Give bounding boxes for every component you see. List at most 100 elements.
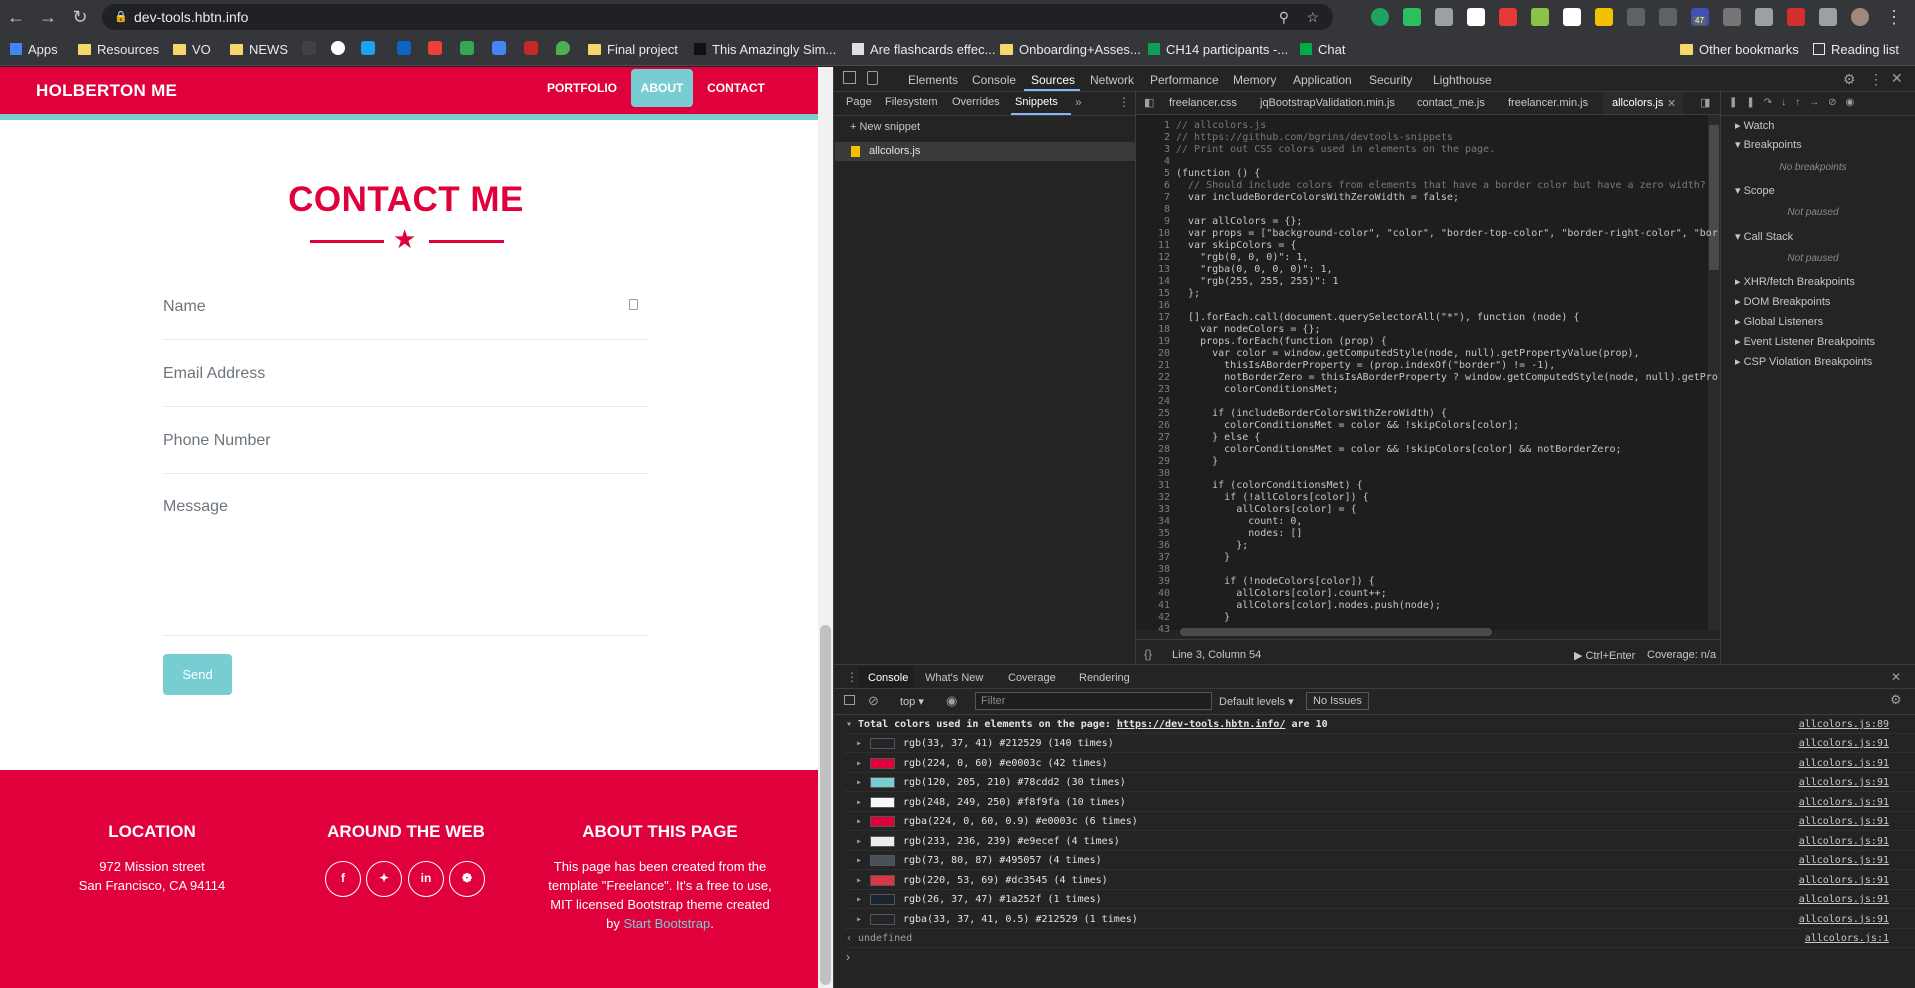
console-row[interactable]: ▸ rgb(248, 249, 250) #f8f9fa (10 times) al…	[844, 793, 1915, 812]
event-listener-breakpoints-section[interactable]: ▸ Event Listener Breakpoints	[1735, 335, 1875, 348]
line-number[interactable]: 2	[1146, 132, 1170, 144]
editor-scrollbar-thumb[interactable]	[1709, 125, 1719, 270]
star-icon[interactable]: ☆	[1306, 4, 1319, 30]
console-filter-input[interactable]: Filter	[975, 692, 1212, 710]
console-row[interactable]: ▸ rgb(26, 37, 47) #1a252f (1 times) allcol…	[844, 890, 1915, 909]
puzzle-extensions-icon[interactable]	[1819, 8, 1837, 26]
nav-tab-snippets[interactable]: Snippets	[1015, 96, 1058, 108]
line-number[interactable]: 8	[1146, 204, 1170, 216]
line-number[interactable]: 5	[1146, 168, 1170, 180]
code-line[interactable]: // Print out CSS colors used in elements…	[1176, 144, 1495, 156]
drawer-tab-whats-new[interactable]: What's New	[925, 672, 983, 684]
code-line[interactable]: notBorderZero = thisIsABorderProperty ? …	[1176, 372, 1718, 384]
tab-security[interactable]: Security	[1369, 73, 1412, 87]
source-link[interactable]: allcolors.js:91	[1799, 871, 1889, 890]
code-line[interactable]: var props = ["background-color", "color"…	[1176, 228, 1718, 240]
nav-about[interactable]: ABOUT	[631, 69, 693, 107]
breakpoints-section[interactable]: ▾ Breakpoints	[1735, 138, 1802, 151]
code-line[interactable]: }	[1176, 612, 1230, 624]
line-number[interactable]: 7	[1146, 192, 1170, 204]
source-link[interactable]: allcolors.js:91	[1799, 851, 1889, 870]
line-number[interactable]: 41	[1146, 600, 1170, 612]
line-number[interactable]: 25	[1146, 408, 1170, 420]
more-tabs-icon[interactable]: »	[1075, 95, 1082, 109]
c-extension-icon[interactable]	[1723, 8, 1741, 26]
line-number[interactable]: 39	[1146, 576, 1170, 588]
line-number[interactable]: 10	[1146, 228, 1170, 240]
code-line[interactable]: "rgba(0, 0, 0, 0)": 1,	[1176, 264, 1332, 276]
bookmark-resources[interactable]: Resources	[78, 40, 159, 60]
code-line[interactable]: count: 0,	[1176, 516, 1302, 528]
code-line[interactable]: "rgb(0, 0, 0)": 1,	[1176, 252, 1308, 264]
code-line[interactable]: if (colorConditionsMet) {	[1176, 480, 1363, 492]
line-number[interactable]: 26	[1146, 420, 1170, 432]
line-number[interactable]: 22	[1146, 372, 1170, 384]
device-toolbar-icon[interactable]	[867, 71, 878, 85]
bookmark-other[interactable]: Other bookmarks	[1680, 40, 1799, 60]
clear-console-icon[interactable]: ⊘	[868, 693, 879, 709]
line-number[interactable]: 23	[1146, 384, 1170, 396]
code-line[interactable]: } else {	[1176, 432, 1260, 444]
site-brand[interactable]: HOLBERTON ME	[36, 81, 177, 101]
file-tab-contact-me[interactable]: contact_me.js	[1417, 97, 1485, 109]
code-line[interactable]: }	[1176, 456, 1218, 468]
console-row[interactable]: ▸ rgb(220, 53, 69) #dc3545 (4 times) allco…	[844, 871, 1915, 890]
console-row[interactable]: ▸ rgb(224, 0, 60) #e0003c (42 times) allco…	[844, 754, 1915, 773]
line-number[interactable]: 12	[1146, 252, 1170, 264]
line-number[interactable]: 28	[1146, 444, 1170, 456]
run-snippet-button[interactable]: ▶ Ctrl+Enter	[1574, 649, 1635, 662]
send-button[interactable]: Send	[163, 654, 232, 695]
snippet-file-row[interactable]: allcolors.js	[835, 142, 1135, 161]
code-line[interactable]: // https://github.com/bgrins/devtools-sn…	[1176, 132, 1453, 144]
line-number[interactable]: 13	[1146, 264, 1170, 276]
r-extension-icon[interactable]	[1563, 8, 1581, 26]
line-number[interactable]: 15	[1146, 288, 1170, 300]
source-link[interactable]: allcolors.js:1	[1805, 929, 1889, 948]
nav-tab-page[interactable]: Page	[846, 96, 872, 108]
code-line[interactable]: nodes: []	[1176, 528, 1302, 540]
linkedin-icon[interactable]: in	[408, 861, 444, 897]
forward-icon[interactable]: →	[38, 7, 58, 27]
file-tab-allcolors[interactable]: allcolors.js	[1612, 97, 1663, 109]
expand-triangle-icon[interactable]: ▸	[856, 871, 862, 890]
console-row[interactable]: ▸ rgb(120, 205, 210) #78cdd2 (30 times) al…	[844, 773, 1915, 792]
close-tab-icon[interactable]: ✕	[1667, 97, 1676, 110]
file-tab-jqbootstrap[interactable]: jqBootstrapValidation.min.js	[1260, 97, 1395, 109]
line-number[interactable]: 21	[1146, 360, 1170, 372]
toggle-navigator-icon[interactable]: ◧	[1144, 96, 1154, 109]
new-snippet-button[interactable]: + New snippet	[850, 121, 920, 133]
expand-triangle-icon[interactable]: ▸	[856, 754, 862, 773]
github-icon[interactable]	[331, 41, 345, 55]
code-line[interactable]: var nodeColors = {};	[1176, 324, 1320, 336]
nav-contact[interactable]: CONTACT	[702, 69, 770, 107]
code-line[interactable]: "rgb(255, 255, 255)": 1	[1176, 276, 1338, 288]
bookmark-chat[interactable]: Chat	[1300, 40, 1345, 60]
expand-triangle-icon[interactable]: ▸	[856, 773, 862, 792]
code-line[interactable]: if (!nodeColors[color]) {	[1176, 576, 1375, 588]
browser-menu-icon[interactable]: ⋮	[1884, 7, 1904, 27]
drawer-tab-console[interactable]: Console	[868, 672, 908, 684]
expand-triangle-icon[interactable]: ▸	[856, 734, 862, 753]
bookmark-flashcards[interactable]: Are flashcards effec...	[852, 40, 996, 60]
name-field[interactable]: Name	[163, 298, 206, 316]
tab-application[interactable]: Application	[1293, 73, 1352, 87]
tab-memory[interactable]: Memory	[1233, 73, 1276, 87]
gmail-icon[interactable]	[428, 41, 442, 55]
toggle-debugger-icon[interactable]: ◨	[1700, 96, 1710, 109]
drawer-tab-coverage[interactable]: Coverage	[1008, 672, 1056, 684]
stats-extension-icon[interactable]	[1595, 8, 1613, 26]
tab-performance[interactable]: Performance	[1150, 73, 1219, 87]
bookmark-ch14[interactable]: CH14 participants -...	[1148, 40, 1288, 60]
line-number[interactable]: 29	[1146, 456, 1170, 468]
code-line[interactable]: colorConditionsMet = color && !skipColor…	[1176, 420, 1519, 432]
console-row[interactable]: ▸ rgba(224, 0, 60, 0.9) #e0003c (6 times)…	[844, 812, 1915, 831]
code-line[interactable]: [].forEach.call(document.querySelectorAl…	[1176, 312, 1579, 324]
linkedin-icon[interactable]	[397, 41, 411, 55]
tab-lighthouse[interactable]: Lighthouse	[1433, 73, 1492, 87]
tab-sources[interactable]: Sources	[1031, 73, 1075, 87]
dark-bookmark-icon[interactable]	[302, 41, 316, 55]
bookmark-vo[interactable]: VO	[173, 40, 211, 60]
line-number[interactable]: 34	[1146, 516, 1170, 528]
code-line[interactable]: if (includeBorderColorsWithZeroWidth) {	[1176, 408, 1447, 420]
fx-extension-icon[interactable]	[1627, 8, 1645, 26]
